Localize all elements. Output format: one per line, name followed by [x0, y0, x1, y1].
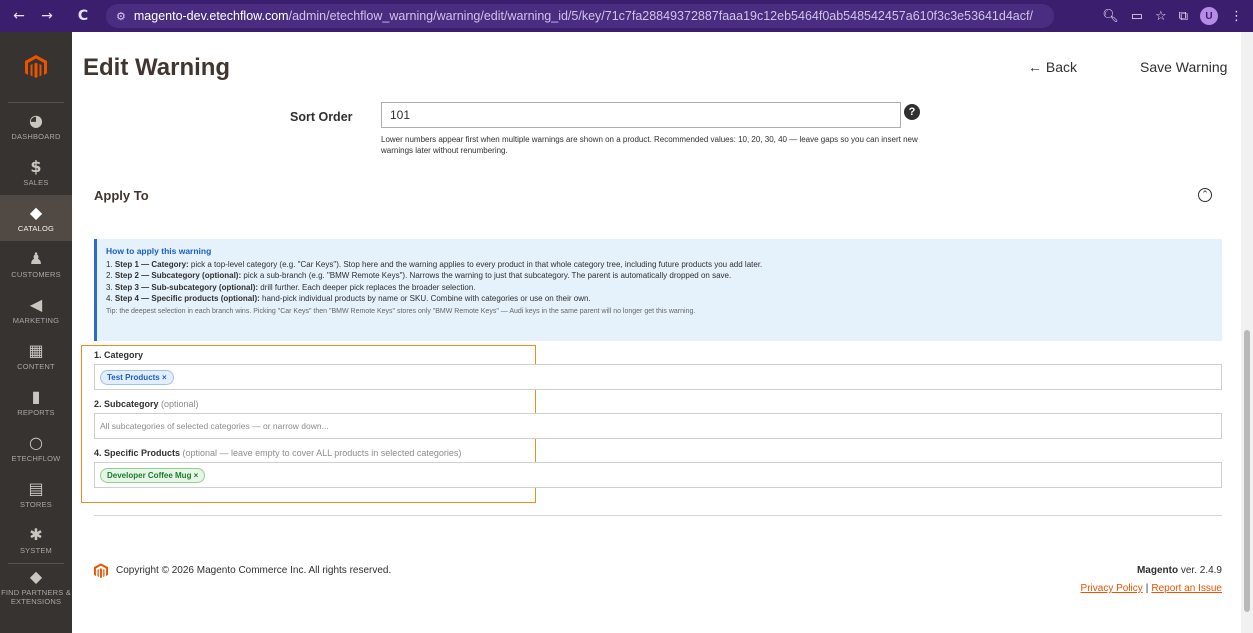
sidebar-item-catalog[interactable]: ◆ CATALOG	[0, 195, 72, 241]
person-icon: ♟	[28, 248, 44, 268]
subcategory-label: 2. Subcategory (optional)	[94, 399, 199, 409]
sort-order-label: Sort Order	[290, 110, 353, 124]
zoom-icon[interactable]: 🔍︎	[1102, 9, 1119, 24]
product-tag[interactable]: Developer Coffee Mug ×	[100, 467, 206, 483]
sidebar-item-label: STORES	[20, 499, 52, 509]
sidebar-item-content[interactable]: ▦ CONTENT	[0, 333, 72, 379]
bar-chart-icon: ▮	[31, 386, 41, 406]
reload-icon[interactable]: C	[72, 8, 94, 24]
specific-products-label: 4. Specific Products (optional — leave e…	[94, 448, 462, 458]
sidebar-item-sales[interactable]: $ SALES	[0, 149, 72, 195]
footer-links: Privacy Policy | Report an Issue	[1080, 583, 1222, 594]
box-icon: ◆	[29, 202, 43, 222]
subcategory-placeholder: All subcategories of selected categories…	[100, 421, 329, 431]
category-label: 1. Category	[94, 350, 144, 360]
browser-toolbar: ← → C ⚙ magento-dev.etechflow.com/admin/…	[0, 0, 1253, 32]
help-icon[interactable]: ?	[904, 104, 920, 120]
sidebar-item-label: CATALOG	[17, 223, 55, 233]
back-button[interactable]: ← Back	[1028, 59, 1077, 75]
sidebar-item-label: SYSTEM	[19, 545, 53, 555]
sidebar-item-customers[interactable]: ♟ CUSTOMERS	[0, 241, 72, 287]
magento-logo[interactable]	[0, 32, 72, 102]
info-step: 1. Step 1 — Category: pick a top-level c…	[106, 260, 763, 269]
section-divider	[94, 515, 1222, 516]
copyright-text: Copyright © 2026 Magento Commerce Inc. A…	[116, 565, 392, 576]
sidebar-item-label: DASHBOARD	[11, 131, 61, 141]
sidebar-item-dashboard[interactable]: ◕ DASHBOARD	[0, 103, 72, 149]
report-issue-link[interactable]: Report an Issue	[1151, 583, 1222, 594]
info-step: 4. Step 4 — Specific products (optional)…	[106, 293, 591, 303]
sort-order-note: Lower numbers appear first when multiple…	[381, 135, 918, 155]
content-icon: ▦	[28, 340, 44, 360]
forward-arrow-icon[interactable]: →	[36, 8, 58, 24]
sort-order-field: Sort Order ? Lower numbers appear first …	[72, 102, 1241, 170]
sidebar-item-label: FIND PARTNERS & EXTENSIONS	[1, 588, 71, 606]
sidebar-item-system[interactable]: ✱ SYSTEM	[0, 517, 72, 563]
address-bar[interactable]: ⚙ magento-dev.etechflow.com/admin/etechf…	[106, 4, 1054, 28]
circle-icon: ○	[29, 432, 43, 452]
sidebar-item-label: ETECHFLOW	[11, 453, 61, 463]
apply-to-title[interactable]: Apply To	[94, 188, 149, 203]
sidebar-item-label: MARKETING	[12, 315, 60, 325]
store-icon: ▤	[28, 478, 44, 498]
extensions-icon[interactable]: ⧉	[1179, 9, 1188, 24]
profile-avatar[interactable]: U	[1200, 7, 1218, 25]
subcategory-select[interactable]: All subcategories of selected categories…	[94, 413, 1222, 439]
admin-sidebar: ◕ DASHBOARD $ SALES ◆ CATALOG ♟ CUSTOMERS ◀ MARKE…	[0, 32, 72, 633]
privacy-policy-link[interactable]: Privacy Policy	[1081, 583, 1143, 594]
footer-magento-logo-icon	[94, 563, 108, 584]
page-scrollbar-thumb[interactable]	[1244, 330, 1250, 612]
collapse-chevron-icon[interactable]: ⌃	[1198, 188, 1212, 202]
sidebar-item-stores[interactable]: ▤ STORES	[0, 471, 72, 517]
info-step: 2. Step 2 — Subcategory (optional): pick…	[106, 271, 732, 281]
sort-order-input[interactable]	[381, 102, 901, 128]
sidebar-item-label: REPORTS	[17, 407, 55, 417]
magento-logo-icon	[25, 55, 47, 78]
sidebar-item-label: CUSTOMERS	[11, 269, 61, 279]
specific-products-select[interactable]: Developer Coffee Mug ×	[94, 462, 1222, 488]
version-text: Magento ver. 2.4.9	[1136, 565, 1222, 576]
category-tag[interactable]: Test Products ×	[100, 369, 174, 385]
sidebar-item-label: SALES	[23, 177, 49, 187]
sidebar-item-label: CONTENT	[17, 361, 55, 371]
megaphone-icon: ◀	[29, 294, 43, 314]
dashboard-icon: ◕	[29, 110, 43, 130]
sidebar-item-find[interactable]: ◆ FIND PARTNERS & EXTENSIONS	[0, 564, 72, 610]
gear-icon: ✱	[29, 524, 43, 544]
dollar-icon: $	[30, 156, 42, 176]
info-step: 3. Step 3 — Sub-subcategory (optional): …	[106, 282, 476, 292]
sidebar-item-marketing[interactable]: ◀ MARKETING	[0, 287, 72, 333]
install-app-icon[interactable]: ▭	[1131, 9, 1143, 24]
bookmark-star-icon[interactable]: ☆	[1155, 9, 1167, 24]
partners-icon: ◆	[29, 567, 43, 586]
back-arrow-icon[interactable]: ←	[8, 8, 30, 24]
how-to-apply-info: How to apply this warning 1. Step 1 — Ca…	[94, 239, 1222, 341]
page-header: Edit Warning ← Back Save Warning	[72, 32, 1241, 102]
browser-menu-icon[interactable]: ⋮	[1230, 9, 1243, 24]
sidebar-item-etechflow[interactable]: ○ ETECHFLOW	[0, 425, 72, 471]
sidebar-item-reports[interactable]: ▮ REPORTS	[0, 379, 72, 425]
save-warning-button[interactable]: Save Warning	[1140, 59, 1227, 75]
category-select[interactable]: Test Products ×	[94, 364, 1222, 390]
url-text: magento-dev.etechflow.com/admin/etechflo…	[133, 9, 1033, 23]
info-title: How to apply this warning	[106, 246, 212, 256]
site-settings-icon[interactable]: ⚙	[116, 10, 126, 23]
edit-form: Sort Order ? Lower numbers appear first …	[72, 102, 1241, 633]
info-tip: Tip: the deepest selection in each branc…	[106, 308, 696, 316]
page-title: Edit Warning	[83, 54, 231, 81]
